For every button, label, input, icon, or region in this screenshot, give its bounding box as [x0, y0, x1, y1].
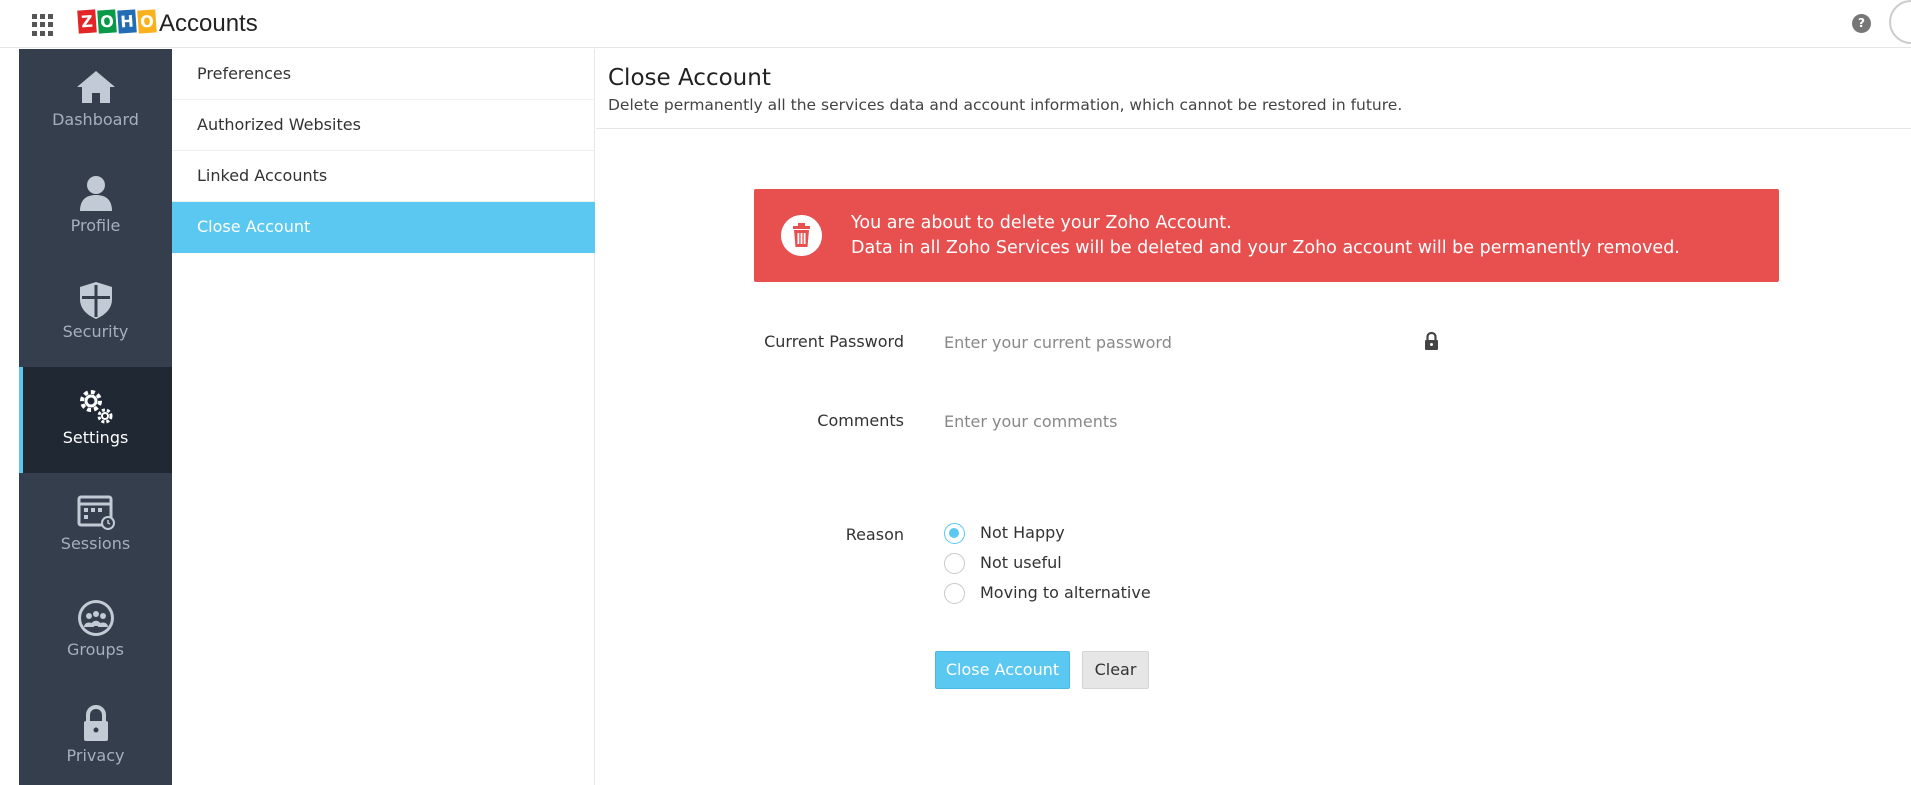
nav-label: Groups: [66, 640, 125, 659]
clear-button[interactable]: Clear: [1082, 651, 1149, 689]
gears-icon: [80, 390, 113, 424]
alert-title: You are about to delete your Zoho Accoun…: [851, 213, 1232, 233]
alert-message: Data in all Zoho Services will be delete…: [851, 238, 1680, 258]
nav-item-settings[interactable]: Settings: [19, 367, 172, 473]
nav-item-security[interactable]: Security: [19, 261, 172, 367]
logo-letter: H: [117, 9, 137, 34]
nav-label: Profile: [70, 216, 121, 235]
submenu-label: Close Account: [197, 217, 311, 236]
nav-item-sessions[interactable]: Sessions: [19, 473, 172, 579]
submenu-item-close-account[interactable]: Close Account: [172, 202, 595, 253]
lock-icon: [1425, 331, 1438, 350]
submenu-label: Preferences: [197, 64, 292, 83]
logo-letter: O: [137, 9, 157, 34]
avatar[interactable]: [1887, 0, 1911, 48]
page-title: Close Account: [608, 65, 771, 91]
submenu-label: Authorized Websites: [197, 115, 361, 134]
trash-icon: [781, 215, 822, 256]
nav-item-profile[interactable]: Profile: [19, 155, 172, 261]
submenu-item-authorized-websites[interactable]: Authorized Websites: [172, 100, 595, 151]
logo-letter: O: [97, 9, 117, 34]
nav-item-dashboard[interactable]: Dashboard: [19, 49, 172, 155]
radio-label: Not Happy: [980, 523, 1065, 542]
nav-item-groups[interactable]: Groups: [19, 579, 172, 685]
lock-icon: [84, 704, 108, 741]
radio-label: Not useful: [980, 553, 1062, 572]
radio-label: Moving to alternative: [980, 583, 1151, 602]
nav-label: Sessions: [60, 534, 131, 553]
home-icon: [77, 71, 115, 103]
submenu-item-linked-accounts[interactable]: Linked Accounts: [172, 151, 595, 202]
current-password-input[interactable]: [944, 328, 1414, 356]
top-bar: Z O H O Accounts ?: [0, 0, 1911, 48]
calendar-clock-icon: [77, 495, 115, 530]
comments-label: Comments: [817, 411, 904, 430]
nav-label: Dashboard: [52, 110, 139, 129]
delete-warning-alert: You are about to delete your Zoho Accoun…: [754, 189, 1779, 282]
password-label: Current Password: [764, 332, 904, 351]
group-icon: [78, 600, 114, 636]
left-nav: Dashboard Profile Security Settings Sess…: [19, 49, 172, 785]
apps-grid-icon[interactable]: [32, 14, 54, 36]
nav-label: Settings: [62, 428, 129, 447]
help-icon[interactable]: ?: [1852, 14, 1871, 33]
radio-button[interactable]: [944, 553, 965, 574]
user-icon: [80, 176, 112, 211]
settings-submenu: Preferences Authorized Websites Linked A…: [172, 49, 595, 785]
main-header: Close Account Delete permanently all the…: [596, 49, 1911, 129]
nav-label: Privacy: [66, 746, 125, 765]
close-account-button[interactable]: Close Account: [935, 651, 1070, 689]
zoho-logo[interactable]: Z O H O: [77, 9, 157, 34]
page-description: Delete permanently all the services data…: [608, 96, 1403, 114]
logo-letter: Z: [77, 9, 97, 34]
comments-input[interactable]: [944, 407, 1644, 435]
submenu-label: Linked Accounts: [197, 166, 328, 185]
nav-label: Security: [62, 322, 129, 341]
radio-button[interactable]: [944, 583, 965, 604]
nav-item-privacy[interactable]: Privacy: [19, 685, 172, 785]
reason-label: Reason: [845, 525, 904, 544]
shield-icon: [80, 282, 112, 319]
app-title: Accounts: [159, 10, 258, 37]
submenu-item-preferences[interactable]: Preferences: [172, 49, 595, 100]
radio-button[interactable]: [944, 523, 965, 544]
